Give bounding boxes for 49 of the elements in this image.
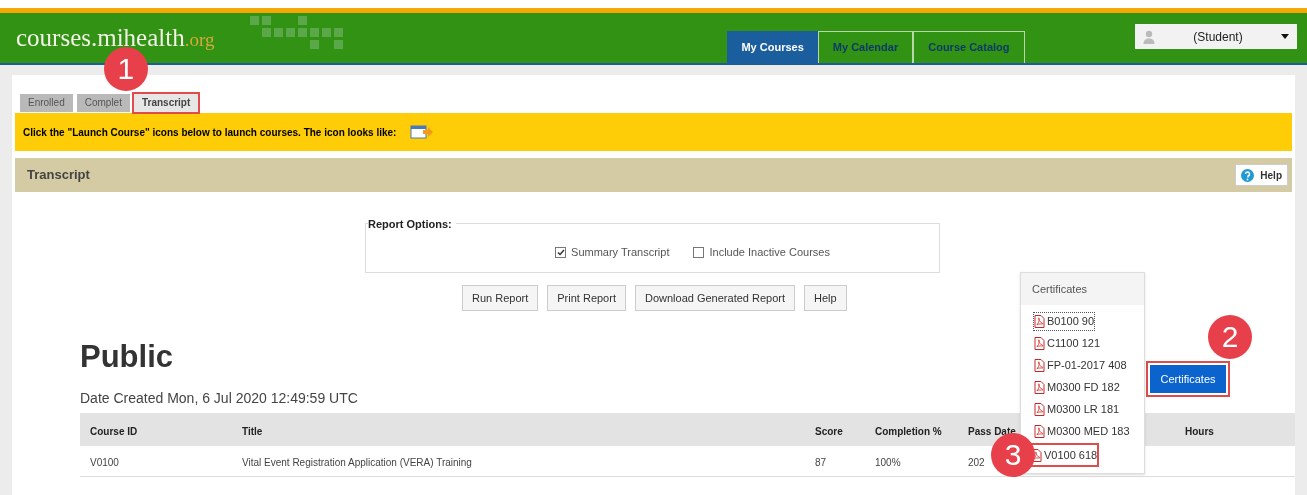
option-label: Summary Transcript [571,245,670,260]
pdf-icon [1034,381,1045,394]
site-logo[interactable]: courses.mihealth.org [0,13,215,50]
launch-course-icon [410,125,435,139]
pdf-icon [1034,315,1045,328]
certificates-button[interactable]: Certificates [1150,365,1226,393]
pdf-icon [1034,425,1045,438]
certificate-link[interactable]: B0100 90 [1034,313,1095,330]
section-title: Transcript [27,166,90,185]
pdf-icon [1034,403,1045,416]
user-dropdown[interactable]: (Student) [1135,24,1297,49]
table-cell: V0100 [90,457,119,468]
certificate-link[interactable]: FP-01-2017 408 [1034,357,1127,374]
column-header: Score [815,425,843,437]
column-header: Title [242,425,263,437]
page-tab[interactable]: Transcript [133,93,199,112]
column-header: Completion % [875,425,942,437]
pdf-icon [1034,359,1045,372]
user-icon [1143,29,1155,44]
report-button[interactable]: Print Report [547,285,626,311]
report-button[interactable]: Help [804,285,847,311]
callout-marker: 2 [1208,315,1252,359]
report-button[interactable]: Run Report [462,285,539,311]
table-cell: 202 [968,457,985,468]
certificate-link[interactable]: M0300 FD 182 [1034,379,1120,396]
certificate-link[interactable]: M0300 LR 181 [1034,401,1120,418]
banner-text: Click the "Launch Course" icons below to launch courses. The icon looks like: [23,125,397,140]
date-created: Date Created Mon, 6 Jul 2020 12:49:59 UTC [80,389,358,408]
column-header: Hours [1185,425,1214,437]
option-label: Include Inactive Courses [709,245,830,260]
page-tab[interactable]: Enrolled [20,93,73,112]
report-heading: Public [80,341,173,372]
certificate-link[interactable]: M0300 MED 183 [1034,423,1130,440]
report-button[interactable]: Download Generated Report [634,285,795,311]
check-icon [556,248,565,256]
caret-icon [1281,34,1289,39]
checkbox[interactable] [693,246,705,258]
popup-title: Certificates [1021,273,1144,305]
checkbox[interactable] [555,246,567,258]
certificate-link[interactable]: C1100 121 [1034,335,1100,352]
question-icon [1241,168,1255,182]
table-cell: 87 [815,457,827,468]
table-cell: 100% [875,457,901,468]
page-tab[interactable]: Complet [76,93,130,112]
column-header: Course ID [90,425,138,437]
pdf-icon [1034,337,1045,350]
nav-tab[interactable]: My Courses [727,31,818,63]
help-button[interactable]: Help [1235,164,1288,186]
table-cell: Vital Event Registration Application (VERA) Training [242,457,472,468]
